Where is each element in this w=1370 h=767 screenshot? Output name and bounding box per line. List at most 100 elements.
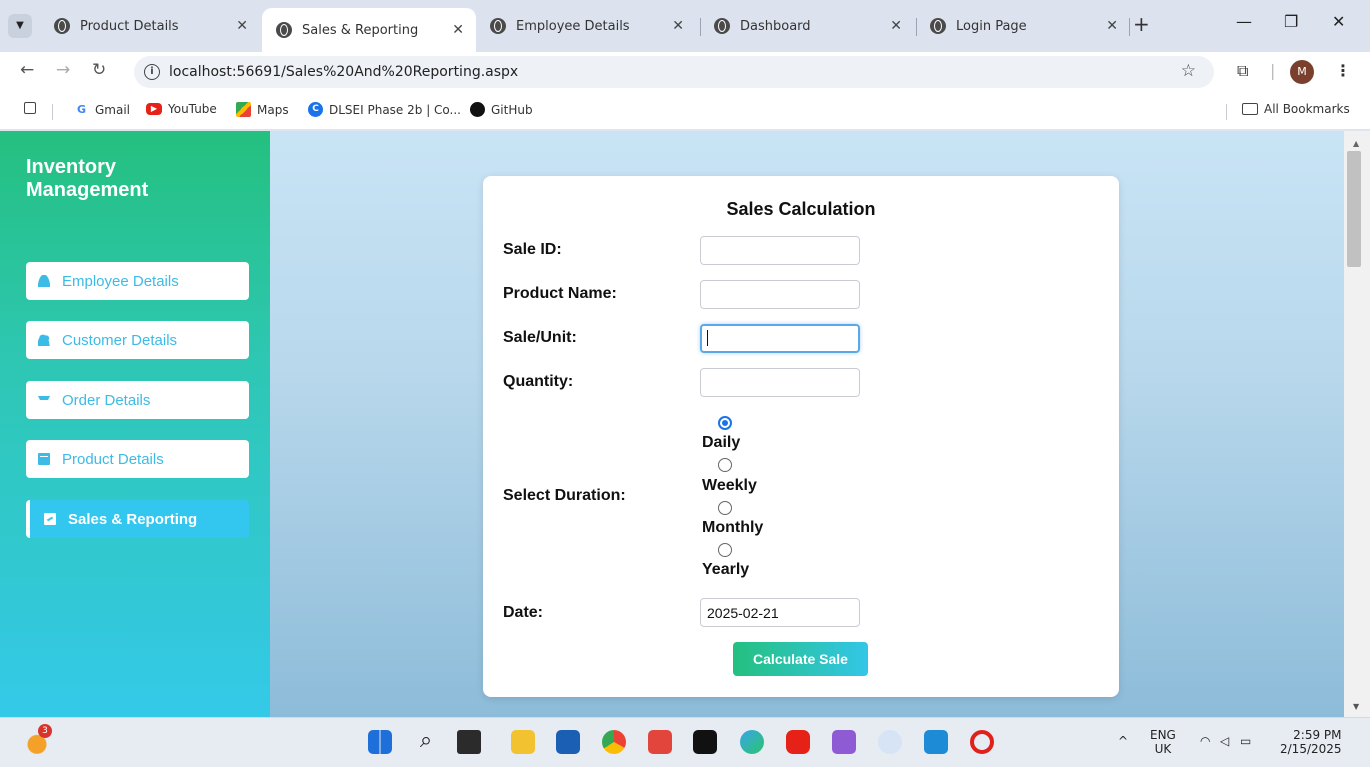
scroll-up-icon[interactable]: ▲ (1353, 139, 1359, 148)
sidebar-item-employee-details[interactable]: Employee Details (26, 262, 249, 300)
github-icon (470, 102, 485, 117)
tab-close-icon[interactable]: ✕ (890, 18, 902, 34)
dlsei-icon: C (308, 102, 323, 117)
browser-toolbar: ← → ↻ i localhost:56691/Sales%20And%20Re… (0, 52, 1370, 92)
people-icon (38, 334, 50, 346)
tab-employee-details[interactable]: Employee Details ✕ (476, 8, 696, 44)
bookmark-star-icon[interactable]: ☆ (1181, 61, 1196, 81)
sidebar-item-customer-details[interactable]: Customer Details (26, 321, 249, 359)
sidebar: Inventory Management Employee Details Cu… (0, 131, 270, 717)
microsoft-store-icon[interactable] (556, 730, 580, 754)
scroll-thumb[interactable] (1347, 151, 1361, 267)
visual-studio-icon[interactable] (832, 730, 856, 754)
tab-search-dropdown-icon[interactable]: ▼ (8, 14, 32, 38)
opera-icon[interactable] (970, 730, 994, 754)
bookmark-maps[interactable]: Maps (236, 102, 289, 117)
quantity-label: Quantity: (503, 373, 574, 390)
windows-start-icon[interactable] (368, 730, 392, 754)
forward-arrow-icon[interactable]: → (56, 60, 70, 80)
product-name-input[interactable] (700, 280, 860, 309)
pycharm-icon[interactable] (693, 730, 717, 754)
sidebar-item-sales-reporting[interactable]: Sales & Reporting (26, 500, 249, 538)
chrome-icon[interactable] (602, 730, 626, 754)
tab-close-icon[interactable]: ✕ (236, 18, 248, 34)
extensions-puzzle-icon[interactable]: ⧉ (1237, 61, 1248, 81)
task-view-icon[interactable] (457, 730, 481, 754)
wifi-icon[interactable]: ◠ (1200, 734, 1210, 748)
text-caret (707, 330, 708, 346)
date-label: Date: (503, 604, 544, 621)
kebab-menu-icon[interactable]: ⋮ (1335, 61, 1351, 80)
language-indicator[interactable]: ENG UK (1150, 728, 1176, 756)
radio-yearly-label[interactable]: Yearly (702, 561, 749, 579)
bookmark-gmail[interactable]: G Gmail (74, 102, 130, 117)
battery-icon[interactable]: ▭ (1240, 734, 1251, 748)
restore-icon[interactable]: ❐ (1284, 12, 1298, 31)
radio-daily[interactable] (718, 416, 732, 430)
person-icon (38, 275, 50, 287)
page-scrollbar[interactable]: ▲ ▼ (1344, 131, 1370, 717)
radio-daily-label[interactable]: Daily (702, 434, 740, 452)
reload-icon[interactable]: ↻ (92, 60, 106, 80)
bookmarks-bar: G Gmail ▶ YouTube Maps C DLSEI Phase 2b … (0, 92, 1370, 130)
volume-icon[interactable]: ◁ (1220, 734, 1229, 748)
sale-unit-label: Sale/Unit: (503, 329, 577, 346)
radio-monthly-label[interactable]: Monthly (702, 519, 763, 537)
globe-icon (490, 18, 506, 34)
profile-avatar[interactable]: M (1290, 60, 1314, 84)
address-bar[interactable]: i localhost:56691/Sales%20And%20Reportin… (134, 56, 1214, 88)
minimize-icon[interactable]: — (1236, 12, 1252, 31)
tab-sales-reporting[interactable]: Sales & Reporting ✕ (262, 8, 476, 52)
window-close-icon[interactable]: ✕ (1332, 12, 1345, 31)
sidebar-item-order-details[interactable]: Order Details (26, 381, 249, 419)
sidebar-brand: Inventory Management (26, 156, 149, 201)
tab-close-icon[interactable]: ✕ (452, 22, 464, 38)
bookmark-separator (52, 104, 53, 120)
page-viewport: Inventory Management Employee Details Cu… (0, 131, 1344, 717)
browser-tab-strip: ▼ Product Details ✕ Sales & Reporting ✕ … (0, 0, 1370, 52)
new-tab-plus-icon[interactable]: + (1133, 12, 1150, 36)
toolbar-divider: | (1270, 61, 1276, 80)
date-input[interactable] (700, 598, 860, 627)
all-bookmarks-button[interactable]: All Bookmarks (1242, 102, 1350, 116)
apps-grid-icon[interactable] (24, 102, 42, 114)
anydesk-icon[interactable] (648, 730, 672, 754)
app-icon[interactable] (878, 730, 902, 754)
clock[interactable]: 2:59 PM 2/15/2025 (1280, 728, 1342, 756)
folder-icon (1242, 103, 1258, 115)
calculate-sale-button[interactable]: Calculate Sale (733, 642, 868, 676)
tab-close-icon[interactable]: ✕ (672, 18, 684, 34)
tab-dashboard[interactable]: Dashboard ✕ (700, 8, 914, 44)
tab-product-details[interactable]: Product Details ✕ (40, 8, 260, 44)
globe-icon (930, 18, 946, 34)
azure-data-studio-icon[interactable] (924, 730, 948, 754)
file-explorer-icon[interactable] (511, 730, 535, 754)
weather-widget-icon[interactable]: 3 (24, 724, 52, 754)
radio-weekly[interactable] (718, 458, 732, 472)
bookmark-github[interactable]: GitHub (470, 102, 533, 117)
site-info-icon[interactable]: i (144, 64, 160, 80)
youtube-app-icon[interactable] (786, 730, 810, 754)
edge-icon[interactable] (740, 730, 764, 754)
sale-unit-input[interactable] (700, 324, 860, 353)
sale-id-input[interactable] (700, 236, 860, 265)
tab-close-icon[interactable]: ✕ (1106, 18, 1118, 34)
scroll-down-icon[interactable]: ▼ (1353, 702, 1359, 711)
tab-login-page[interactable]: Login Page ✕ (916, 8, 1130, 44)
radio-monthly[interactable] (718, 501, 732, 515)
bookmark-youtube[interactable]: ▶ YouTube (146, 102, 217, 116)
notification-badge: 3 (38, 724, 52, 738)
back-arrow-icon[interactable]: ← (20, 60, 34, 80)
youtube-icon: ▶ (146, 103, 162, 115)
bookmark-separator (1226, 104, 1227, 120)
quantity-input[interactable] (700, 368, 860, 397)
tray-overflow-icon[interactable]: ^ (1118, 734, 1128, 748)
bookmark-dlsei[interactable]: C DLSEI Phase 2b | Co... (308, 102, 461, 117)
search-icon[interactable]: ⌕ (414, 730, 438, 754)
windows-taskbar: 3 ⌕ ^ ENG UK ◠ ◁ ▭ 2:59 PM 2/15/2025 (0, 717, 1370, 767)
radio-yearly[interactable] (718, 543, 732, 557)
cart-icon (38, 396, 50, 404)
sidebar-item-product-details[interactable]: Product Details (26, 440, 249, 478)
sale-id-label: Sale ID: (503, 241, 562, 258)
radio-weekly-label[interactable]: Weekly (702, 477, 757, 495)
